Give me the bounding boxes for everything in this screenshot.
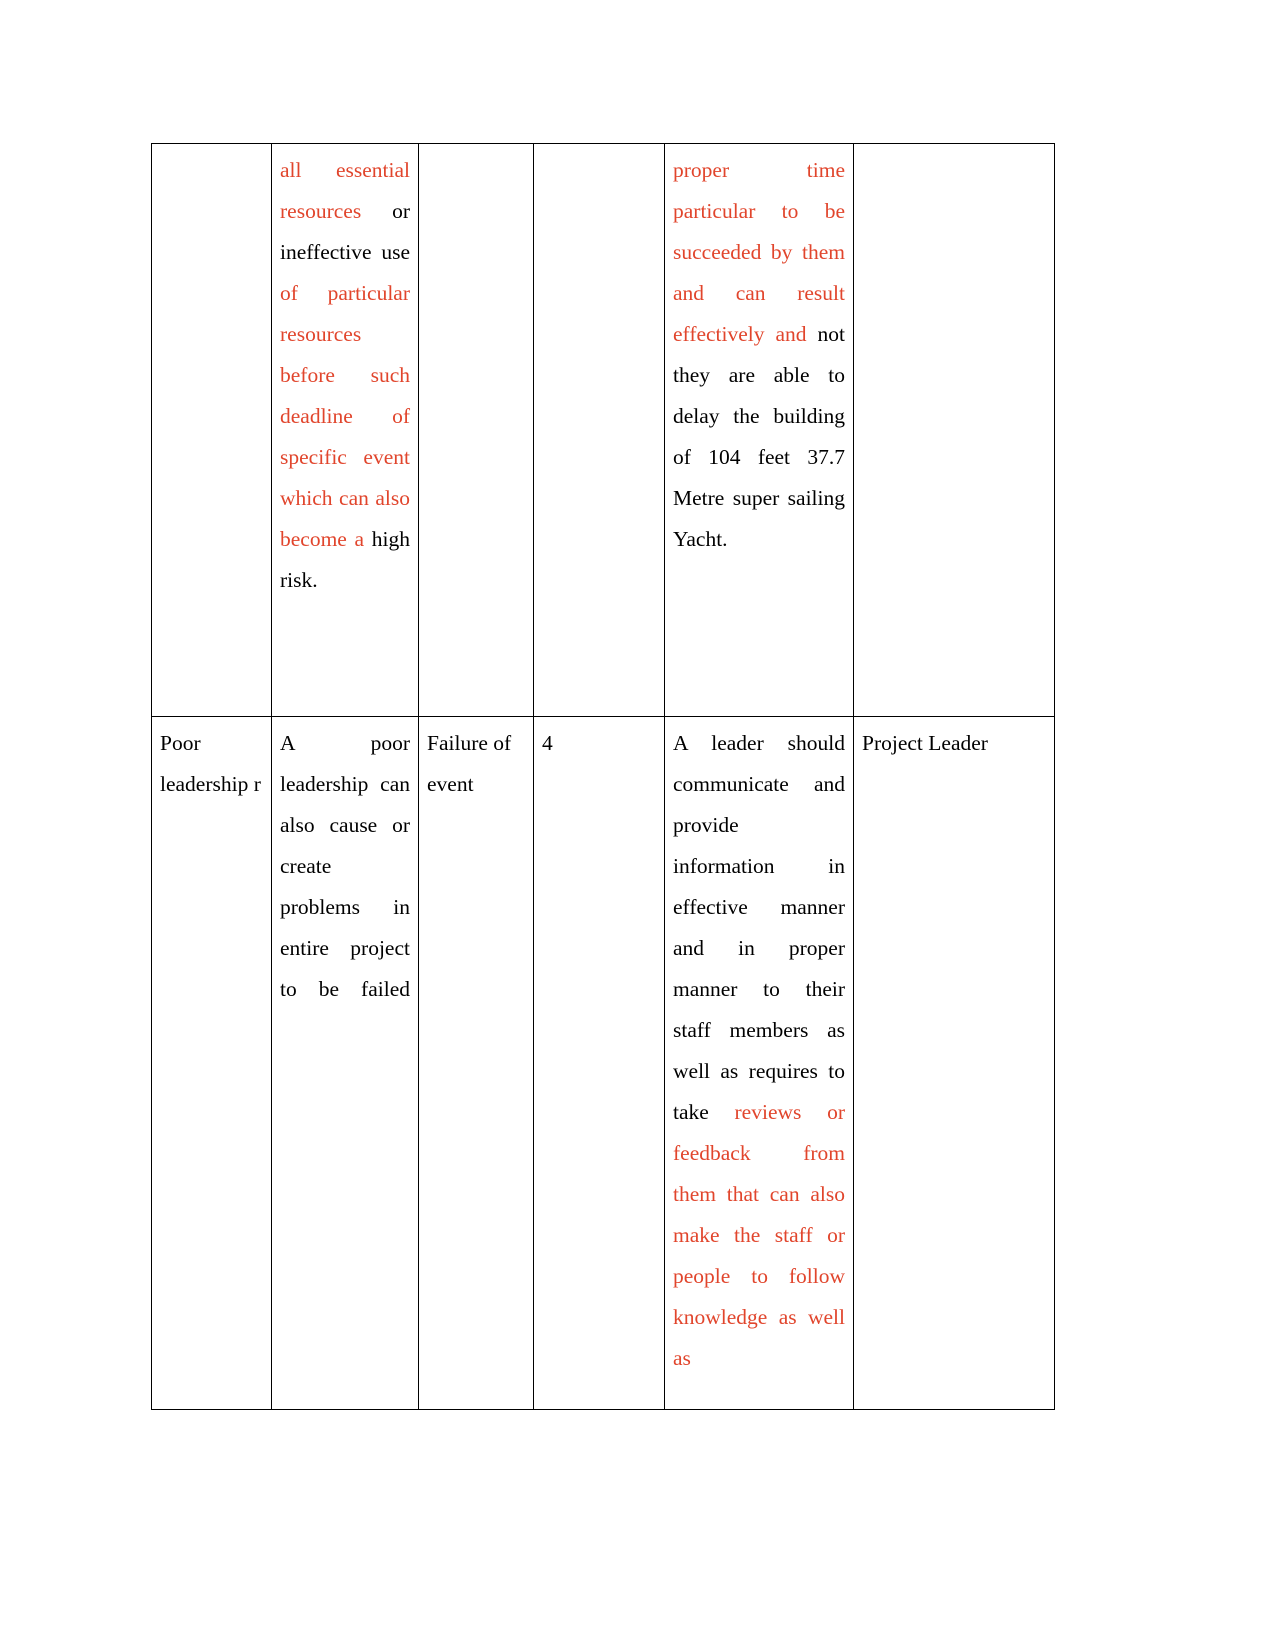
cell-risk-name: Poor leadership r (151, 716, 272, 1410)
risk-register-table: all essential resources or ineffective u… (151, 143, 1055, 1410)
description-segment-black: A poor leadership can also cause or crea… (280, 731, 410, 1001)
cell-description: A poor leadership can also cause or crea… (271, 716, 419, 1410)
cell-owner (853, 143, 1055, 717)
mitigation-segment-red-a: proper time particular to be succeeded b… (673, 158, 845, 346)
mitigation-segment-black-a: not they are able to delay the building … (673, 322, 845, 551)
description-text: all essential resources or ineffective u… (280, 150, 410, 601)
document-page: all essential resources or ineffective u… (0, 0, 1275, 1650)
table-row: all essential resources or ineffective u… (151, 143, 1055, 717)
owner-text: Project Leader (862, 731, 988, 755)
cell-owner: Project Leader (853, 716, 1055, 1410)
cell-rating (533, 143, 665, 717)
cell-description: all essential resources or ineffective u… (271, 143, 419, 717)
mitigation-segment-red: reviews or feedback from them that can a… (673, 1100, 845, 1370)
cell-rating: 4 (533, 716, 665, 1410)
impact-text: Failure of event (427, 731, 512, 796)
cell-impact (418, 143, 534, 717)
description-text: A poor leadership can also cause or crea… (280, 723, 410, 1010)
mitigation-text: proper time particular to be succeeded b… (673, 150, 845, 560)
cell-mitigation: A leader should communicate and provide … (664, 716, 854, 1410)
description-segment-red-b: of particular resources before such dead… (280, 281, 410, 551)
cell-risk-name (151, 143, 272, 717)
risk-table-container: all essential resources or ineffective u… (151, 143, 1055, 1410)
table-row: Poor leadership r A poor leadership can … (151, 716, 1055, 1410)
rating-text: 4 (542, 731, 553, 755)
mitigation-segment-black: A leader should communicate and provide … (673, 731, 845, 1124)
cell-mitigation: proper time particular to be succeeded b… (664, 143, 854, 717)
mitigation-text: A leader should communicate and provide … (673, 723, 845, 1379)
risk-name-text: Poor leadership r (160, 731, 261, 796)
description-segment-red-a: all essential resources (280, 158, 410, 223)
cell-impact: Failure of event (418, 716, 534, 1410)
